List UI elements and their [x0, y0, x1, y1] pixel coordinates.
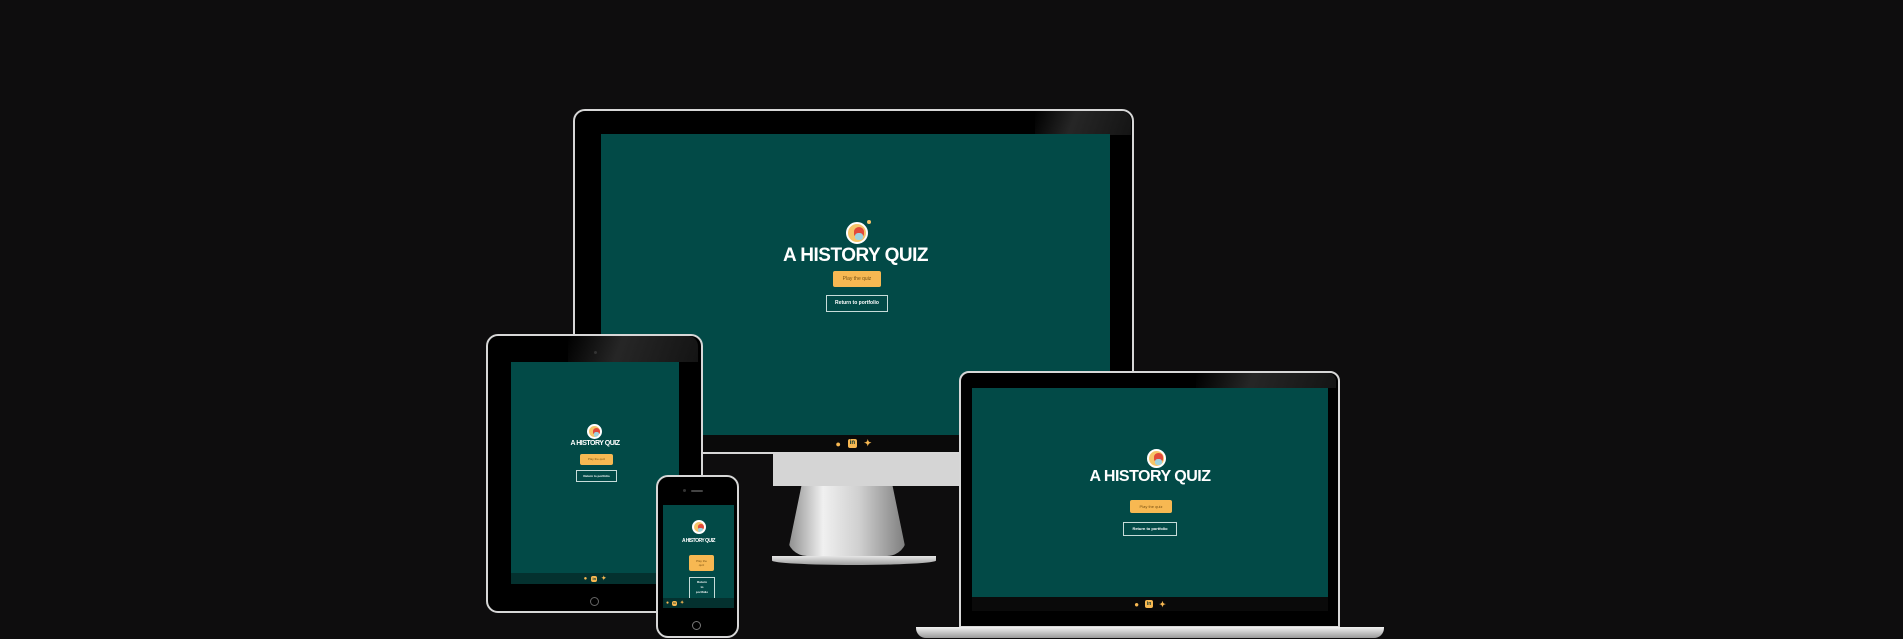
github-icon[interactable]: ●: [1134, 600, 1139, 609]
monitor-neck: [787, 486, 907, 556]
laptop-screen: A HISTORY QUIZ Play the quiz Return to p…: [972, 388, 1328, 597]
tablet-glare: [568, 336, 698, 362]
return-to-portfolio-button[interactable]: Return to portfolio: [826, 295, 888, 312]
twitter-icon[interactable]: ✦: [1159, 600, 1166, 609]
tablet-footer: ● in ✦: [511, 573, 679, 584]
github-icon[interactable]: ●: [584, 576, 588, 582]
play-quiz-button[interactable]: Play the quiz: [689, 555, 714, 571]
page-title: A HISTORY QUIZ: [681, 538, 716, 544]
tablet-screen: A HISTORY QUIZ Play the quiz Return to p…: [511, 362, 679, 573]
linkedin-icon[interactable]: in: [1145, 600, 1154, 608]
return-to-portfolio-button[interactable]: Return to portfolio: [1123, 522, 1177, 536]
page-title: A HISTORY QUIZ: [782, 245, 929, 266]
linkedin-icon[interactable]: in: [847, 439, 857, 448]
quiz-logo: [846, 222, 868, 244]
quiz-logo: [1147, 449, 1166, 468]
twitter-icon[interactable]: ✦: [680, 600, 684, 606]
phone: A HISTORY QUIZ Play the quiz Return to p…: [656, 475, 739, 638]
phone-screen: A HISTORY QUIZ Play the quiz Return to p…: [663, 505, 734, 608]
play-quiz-button[interactable]: Play the quiz: [1130, 500, 1172, 513]
quiz-logo: [587, 424, 602, 439]
tablet-home-button[interactable]: [590, 597, 599, 606]
monitor-chin: [773, 454, 963, 486]
play-quiz-button[interactable]: Play the quiz: [833, 271, 881, 287]
linkedin-icon[interactable]: in: [591, 575, 598, 582]
github-icon[interactable]: ●: [836, 439, 841, 449]
play-label-line2: quiz: [698, 563, 705, 567]
phone-camera: [683, 489, 686, 492]
laptop: A HISTORY QUIZ Play the quiz Return to p…: [959, 371, 1340, 628]
return-label-line3: portfolio: [695, 590, 709, 594]
twitter-icon[interactable]: ✦: [601, 575, 606, 582]
monitor-base: [772, 556, 936, 565]
monitor-glare: [1035, 111, 1131, 135]
page-title: A HISTORY QUIZ: [570, 440, 620, 447]
return-to-portfolio-button[interactable]: Return to portfolio: [689, 577, 715, 599]
play-quiz-button[interactable]: Play the quiz: [580, 454, 613, 465]
laptop-base: [916, 627, 1384, 638]
github-icon[interactable]: ●: [666, 600, 669, 606]
laptop-footer: ● in ✦: [972, 597, 1328, 611]
laptop-glare: [1196, 373, 1336, 388]
quiz-logo: [692, 520, 706, 534]
phone-speaker: [691, 490, 703, 492]
phone-home-button[interactable]: [692, 621, 701, 630]
twitter-icon[interactable]: ✦: [864, 438, 872, 449]
page-title: A HISTORY QUIZ: [1089, 468, 1211, 485]
tablet-camera: [594, 351, 597, 354]
return-to-portfolio-button[interactable]: Return to portfolio: [576, 470, 617, 482]
phone-footer: ● in ✦: [663, 598, 734, 608]
linkedin-icon[interactable]: in: [672, 600, 678, 606]
